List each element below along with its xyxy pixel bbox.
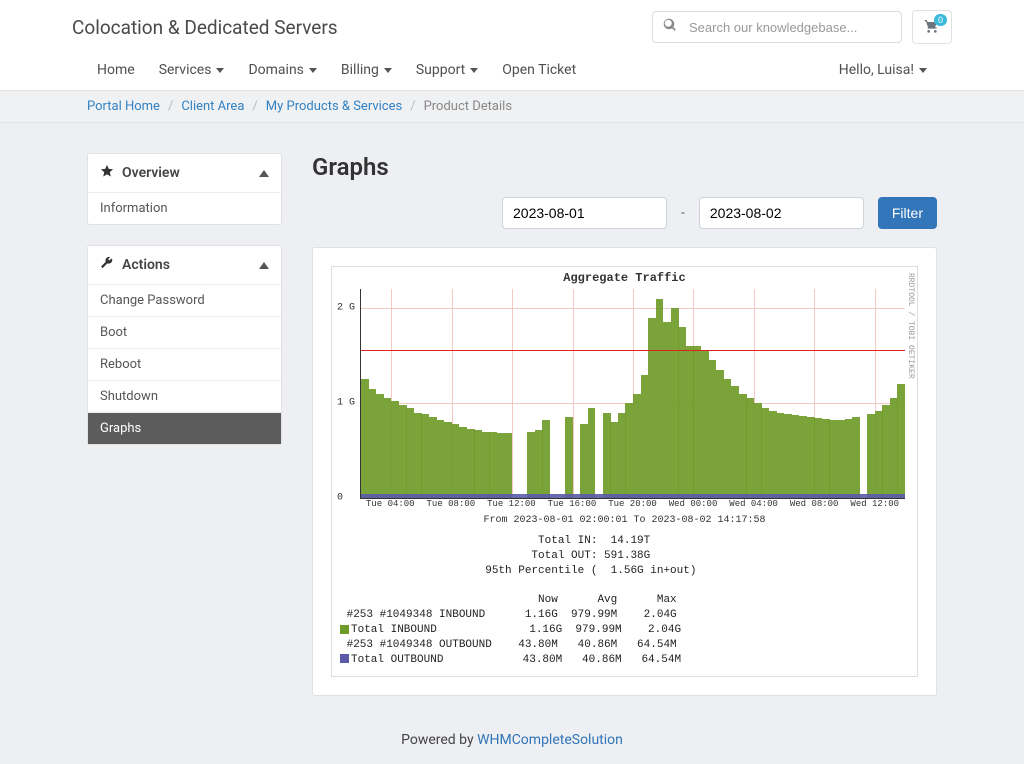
- chart-stats: Total IN: 14.19T Total OUT: 591.38G 95th…: [332, 530, 917, 676]
- sidebar: Overview Information Actions Change Pass…: [87, 153, 282, 696]
- actions-panel: Actions Change PasswordBootRebootShutdow…: [87, 245, 282, 445]
- search-icon: [663, 18, 677, 36]
- chevron-down-icon: [470, 68, 478, 73]
- search-box[interactable]: [652, 11, 902, 43]
- breadcrumb-current: Product Details: [424, 99, 512, 114]
- chart-xaxis: Tue 04:00Tue 08:00Tue 12:00Tue 16:00Tue …: [360, 499, 905, 513]
- date-from-input[interactable]: [502, 197, 667, 229]
- chart-title: Aggregate Traffic: [332, 267, 917, 285]
- topbar: Colocation & Dedicated Servers 0: [0, 0, 1024, 50]
- footer-link[interactable]: WHMCompleteSolution: [477, 732, 623, 748]
- overview-toggle[interactable]: Overview: [88, 154, 281, 192]
- chevron-up-icon: [259, 262, 269, 269]
- chevron-down-icon: [919, 68, 927, 73]
- date-to-input[interactable]: [699, 197, 864, 229]
- user-menu[interactable]: Hello, Luisa!: [829, 50, 937, 90]
- chevron-up-icon: [259, 170, 269, 177]
- breadcrumb-link[interactable]: Portal Home: [87, 99, 160, 114]
- content-heading: Graphs: [312, 153, 937, 181]
- sidebar-item-change-password[interactable]: Change Password: [88, 284, 281, 316]
- footer: Powered by WHMCompleteSolution: [0, 716, 1024, 764]
- nav-billing[interactable]: Billing: [331, 50, 402, 90]
- date-dash: -: [681, 205, 685, 221]
- nav-home[interactable]: Home: [87, 50, 145, 90]
- nav-open-ticket[interactable]: Open Ticket: [492, 50, 586, 90]
- overview-panel: Overview Information: [87, 153, 282, 225]
- nav-list: HomeServicesDomainsBillingSupportOpen Ti…: [87, 50, 586, 90]
- nav-domains[interactable]: Domains: [238, 50, 326, 90]
- breadcrumb: Portal Home/Client Area/My Products & Se…: [87, 91, 937, 122]
- chevron-down-icon: [309, 68, 317, 73]
- nav-support[interactable]: Support: [406, 50, 488, 90]
- sidebar-item-shutdown[interactable]: Shutdown: [88, 380, 281, 412]
- rrdtool-label: RRDTOOL / TOBI OETIKER: [906, 273, 915, 379]
- traffic-chart: RRDTOOL / TOBI OETIKER Aggregate Traffic…: [331, 266, 918, 677]
- sidebar-item-boot[interactable]: Boot: [88, 316, 281, 348]
- chevron-down-icon: [216, 68, 224, 73]
- chart-caption: From 2023-08-01 02:00:01 To 2023-08-02 1…: [332, 515, 917, 526]
- cart-badge: 0: [934, 14, 947, 26]
- content: Graphs - Filter RRDTOOL / TOBI OETIKER A…: [312, 153, 937, 696]
- sidebar-item-information[interactable]: Information: [88, 192, 281, 224]
- breadcrumb-link[interactable]: My Products & Services: [266, 99, 402, 114]
- cart-button[interactable]: 0: [912, 10, 952, 44]
- nav-services[interactable]: Services: [149, 50, 235, 90]
- breadcrumb-bar: Portal Home/Client Area/My Products & Se…: [0, 91, 1024, 123]
- search-input[interactable]: [689, 20, 891, 35]
- greeting: Hello, Luisa!: [839, 62, 914, 78]
- star-icon: [100, 164, 114, 182]
- breadcrumb-link[interactable]: Client Area: [181, 99, 244, 114]
- sidebar-item-reboot[interactable]: Reboot: [88, 348, 281, 380]
- chart-card: RRDTOOL / TOBI OETIKER Aggregate Traffic…: [312, 247, 937, 696]
- chevron-down-icon: [384, 68, 392, 73]
- actions-toggle[interactable]: Actions: [88, 246, 281, 284]
- filter-button[interactable]: Filter: [878, 197, 937, 229]
- wrench-icon: [100, 256, 114, 274]
- main-nav: HomeServicesDomainsBillingSupportOpen Ti…: [0, 50, 1024, 91]
- page-title: Colocation & Dedicated Servers: [72, 16, 338, 39]
- sidebar-item-graphs[interactable]: Graphs: [88, 412, 281, 444]
- date-filter: - Filter: [312, 197, 937, 229]
- chart-plot-area: 01 G2 G: [360, 289, 905, 499]
